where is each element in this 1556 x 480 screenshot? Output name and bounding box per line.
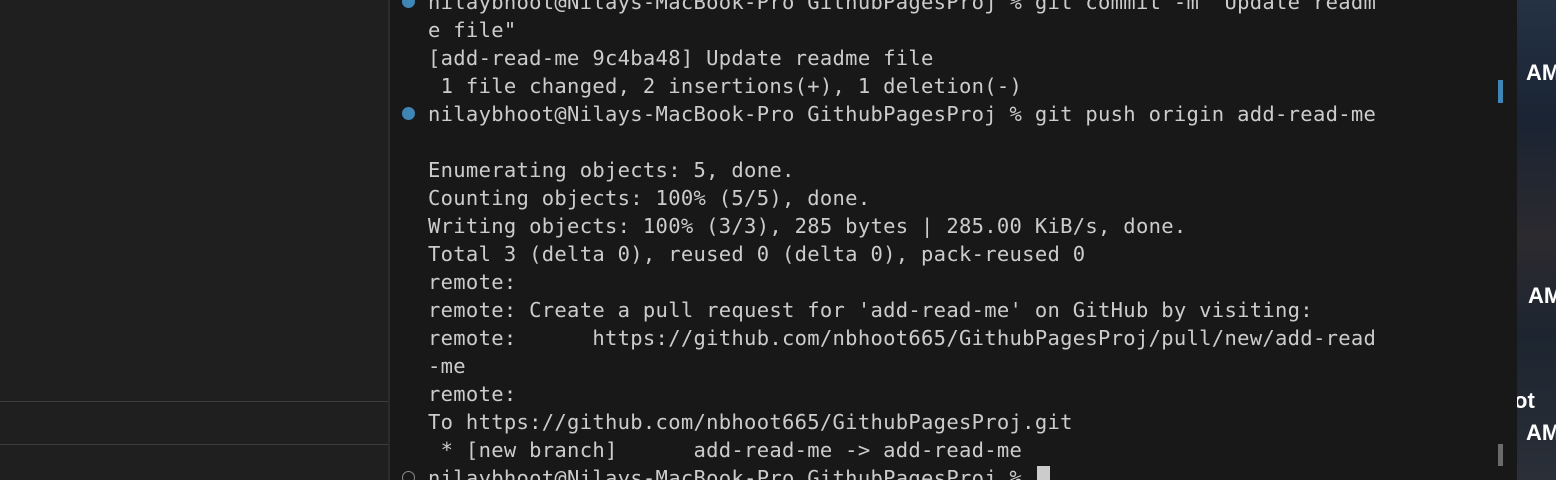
terminal-output: nilaybhoot@Nilays-MacBook-Pro GithubPage… <box>390 0 1517 480</box>
terminal-line: Writing objects: 100% (3/3), 285 bytes |… <box>390 212 1517 240</box>
terminal-line: -me <box>390 352 1517 380</box>
terminal-panel[interactable]: nilaybhoot@Nilays-MacBook-Pro GithubPage… <box>390 0 1517 480</box>
desktop-text: AM <box>1528 283 1556 308</box>
terminal-line-text: Writing objects: 100% (3/3), 285 bytes |… <box>428 214 1187 238</box>
desktop-background: AM AM ot AM <box>1517 0 1556 480</box>
panel-divider <box>0 444 388 445</box>
terminal-line: remote: https://github.com/nbhoot665/Git… <box>390 324 1517 352</box>
terminal-scrollbar-marker[interactable] <box>1498 80 1503 103</box>
terminal-line: nilaybhoot@Nilays-MacBook-Pro GithubPage… <box>390 0 1517 16</box>
terminal-line-text: -me <box>428 354 466 378</box>
terminal-line-text: remote: <box>428 382 517 406</box>
terminal-line-text: remote: <box>428 270 517 294</box>
terminal-scrollbar-thumb[interactable] <box>1498 444 1503 466</box>
terminal-line: [add-read-me 9c4ba48] Update readme file <box>390 44 1517 72</box>
terminal-line-text: To https://github.com/nbhoot665/GithubPa… <box>428 410 1073 434</box>
terminal-line-text: Enumerating objects: 5, done. <box>428 158 795 182</box>
terminal-line: Enumerating objects: 5, done. <box>390 156 1517 184</box>
terminal-line-text: nilaybhoot@Nilays-MacBook-Pro GithubPage… <box>428 0 1377 14</box>
terminal-line: 1 file changed, 2 insertions(+), 1 delet… <box>390 72 1517 100</box>
side-panel <box>0 0 388 480</box>
terminal-line-text: * [new branch] add-read-me -> add-read-m… <box>428 438 1023 462</box>
terminal-line-text: Counting objects: 100% (5/5), done. <box>428 186 871 210</box>
terminal-line-text: Total 3 (delta 0), reused 0 (delta 0), p… <box>428 242 1086 266</box>
terminal-line: remote: <box>390 380 1517 408</box>
terminal-line: e file" <box>390 16 1517 44</box>
terminal-line: remote: Create a pull request for 'add-r… <box>390 296 1517 324</box>
terminal-line: remote: <box>390 268 1517 296</box>
command-success-decoration-icon[interactable] <box>402 107 415 120</box>
terminal-line: nilaybhoot@Nilays-MacBook-Pro GithubPage… <box>390 100 1517 128</box>
terminal-line-text: [add-read-me 9c4ba48] Update readme file <box>428 46 934 70</box>
terminal-line-text: remote: Create a pull request for 'add-r… <box>428 298 1313 322</box>
terminal-line: Counting objects: 100% (5/5), done. <box>390 184 1517 212</box>
terminal-line-text: remote: https://github.com/nbhoot665/Git… <box>428 326 1377 350</box>
terminal-line: Total 3 (delta 0), reused 0 (delta 0), p… <box>390 240 1517 268</box>
command-pending-decoration-icon[interactable] <box>402 471 415 480</box>
terminal-line: nilaybhoot@Nilays-MacBook-Pro GithubPage… <box>390 464 1517 480</box>
terminal-line: To https://github.com/nbhoot665/GithubPa… <box>390 408 1517 436</box>
terminal-cursor <box>1036 466 1050 480</box>
desktop-text: AM <box>1526 60 1556 85</box>
terminal-line-text: nilaybhoot@Nilays-MacBook-Pro GithubPage… <box>428 466 1035 480</box>
desktop-text: ot <box>1517 388 1535 413</box>
panel-divider <box>0 401 388 402</box>
command-success-decoration-icon[interactable] <box>402 0 415 8</box>
terminal-line: * [new branch] add-read-me -> add-read-m… <box>390 436 1517 464</box>
terminal-line-text: nilaybhoot@Nilays-MacBook-Pro GithubPage… <box>428 102 1377 126</box>
desktop-text: AM <box>1526 420 1556 445</box>
terminal-line-text: e file" <box>428 18 517 42</box>
terminal-line-text: 1 file changed, 2 insertions(+), 1 delet… <box>428 74 1023 98</box>
